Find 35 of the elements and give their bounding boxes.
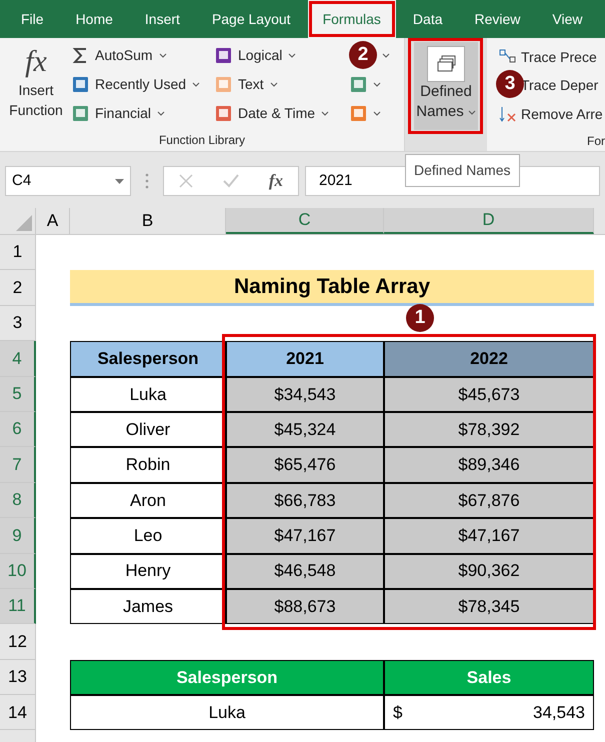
table-cell: Aron xyxy=(70,482,226,518)
table-header-cell: Salesperson xyxy=(70,341,226,377)
table-cell: $45,324 xyxy=(226,412,384,448)
group-label: For xyxy=(587,132,605,150)
table-cell: $46,548 xyxy=(226,554,384,589)
title-banner: Naming Table Array xyxy=(70,270,594,306)
step-badge: 1 xyxy=(406,304,434,332)
table-cell: $89,346 xyxy=(384,447,594,483)
table-cell: $34,543 xyxy=(226,376,384,412)
table-cell: Leo xyxy=(70,518,226,554)
table-header-cell: 2021 xyxy=(226,341,384,377)
table-cell: $45,673 xyxy=(384,376,594,412)
table-cell: $78,345 xyxy=(384,588,594,624)
table-cell: Luka xyxy=(70,376,226,412)
table-cell: $90,362 xyxy=(384,554,594,589)
tooltip: Defined Names xyxy=(405,154,520,187)
group-label: Function Library xyxy=(158,132,246,149)
table-header-cell: Sales xyxy=(384,660,594,696)
table-cell: $66,783 xyxy=(226,482,384,518)
table-cell: Luka xyxy=(70,695,384,730)
table-cell: $47,167 xyxy=(384,518,594,554)
table-cell: Henry xyxy=(70,554,226,589)
table-cell: $88,673 xyxy=(226,588,384,624)
sales-value: 34,543 xyxy=(533,702,585,724)
currency-symbol: $ xyxy=(393,702,402,724)
table-cell: $67,876 xyxy=(384,482,594,518)
fx-icon: fx xyxy=(25,44,47,80)
table-cell: Oliver xyxy=(70,412,226,448)
table-header-cell: 2022 xyxy=(384,341,594,377)
table-cell: $47,167 xyxy=(226,518,384,554)
table-header-cell: Salesperson xyxy=(70,660,384,696)
table-cell: $78,392 xyxy=(384,412,594,448)
table-cell: Robin xyxy=(70,447,226,483)
table-cell: $65,476 xyxy=(226,447,384,483)
table-cell: James xyxy=(70,588,226,624)
